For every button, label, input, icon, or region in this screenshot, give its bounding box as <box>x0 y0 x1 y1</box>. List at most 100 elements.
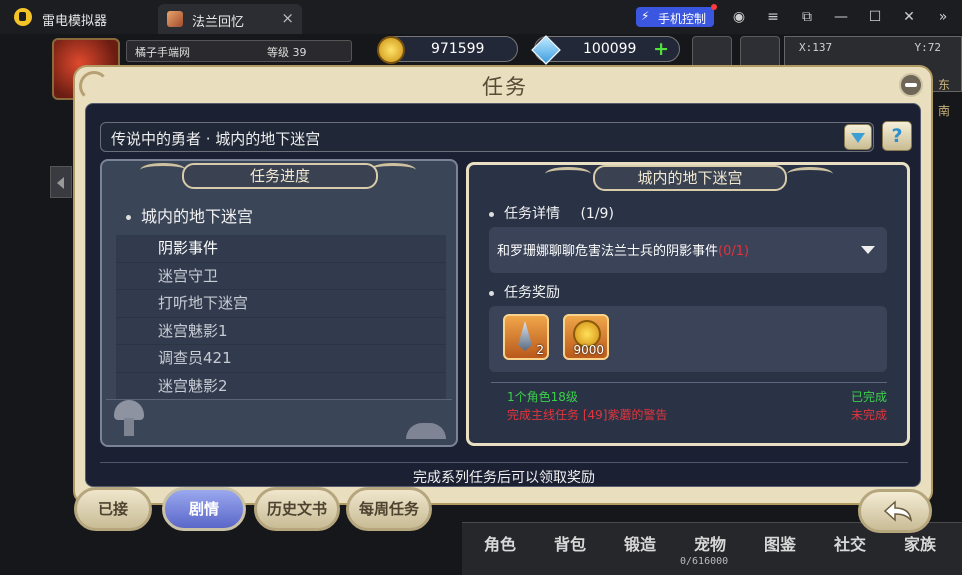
menu-social[interactable]: 社交 <box>820 531 880 555</box>
diamond-display: 100099 + <box>531 35 680 65</box>
close-icon[interactable]: ✕ <box>898 6 920 28</box>
player-name: 橘子手端网 <box>135 46 190 59</box>
popout-icon[interactable]: ⧉ <box>796 6 818 28</box>
reward-list: 2 9000 <box>489 306 887 372</box>
requirement-row: 1个角色18级 已完成 <box>491 388 887 406</box>
detail-count: (1/9) <box>580 206 614 222</box>
quest-item[interactable]: 阴影事件 <box>116 235 446 263</box>
window-titlebar: 雷电模拟器 法兰回忆 × ⚡ 手机控制 ◉ ≡ ⧉ — ☐ ✕ » <box>0 0 962 34</box>
reward-label: 任务奖励 <box>504 285 560 301</box>
menu-pet[interactable]: 宠物 <box>680 531 740 555</box>
quest-detail-panel: 城内的地下迷宫 任务详情 (1/9) 和罗珊娜聊聊危害法兰士兵的阴影事件(0/1… <box>466 162 910 446</box>
tab-history[interactable]: 历史文书 <box>254 487 340 531</box>
maximize-icon[interactable]: ☐ <box>864 6 886 28</box>
reward-qty: 9000 <box>573 343 604 357</box>
tab-close-icon[interactable]: × <box>281 9 294 27</box>
gold-display: 971599 <box>377 36 518 64</box>
minimize-dialog-button[interactable] <box>899 73 923 97</box>
menu-icon[interactable]: ≡ <box>762 6 784 28</box>
lightning-icon: ⚡ <box>641 9 650 23</box>
quest-item[interactable]: 打听地下迷宫 <box>116 290 446 318</box>
mushroom-icon <box>114 400 144 436</box>
menu-forge[interactable]: 锻造 <box>610 531 670 555</box>
chevron-down-icon[interactable] <box>844 124 872 150</box>
quest-step-dropdown[interactable]: 和罗珊娜聊聊危害法兰士兵的阴影事件(0/1) <box>489 227 887 273</box>
phone-control-label: 手机控制 <box>658 12 707 26</box>
notification-dot <box>711 4 717 10</box>
detail-heading: 任务详情 (1/9) <box>489 203 614 223</box>
reward-hint: 完成系列任务后可以领取奖励 <box>413 470 595 486</box>
app-logo-icon <box>14 8 32 26</box>
requirement-list: 1个角色18级 已完成 完成主线任务 [49]紫蘑的警告 未完成 <box>491 382 887 424</box>
quest-group-title: 城内的地下迷宫 <box>126 203 253 227</box>
requirement-row: 完成主线任务 [49]紫蘑的警告 未完成 <box>491 406 887 424</box>
help-button[interactable]: ? <box>882 121 912 151</box>
quest-list: 阴影事件 迷宫守卫 打听地下迷宫 迷宫魅影1 调查员421 迷宫魅影2 <box>116 235 446 400</box>
coord-y: Y:72 <box>914 41 942 54</box>
divider <box>100 462 908 463</box>
menu-family[interactable]: 家族 <box>890 531 950 555</box>
requirement-status: 未完成 <box>850 408 887 422</box>
banner-ornament <box>140 163 186 177</box>
chapter-select[interactable]: 传说中的勇者 · 城内的地下迷宫 <box>100 122 874 152</box>
quest-item[interactable]: 调查员421 <box>116 345 446 373</box>
menu-character[interactable]: 角色 <box>470 531 530 555</box>
quest-item[interactable]: 迷宫守卫 <box>116 262 446 290</box>
requirement-status: 已完成 <box>850 390 887 404</box>
app-name: 雷电模拟器 <box>42 14 108 29</box>
bullet-icon <box>489 211 494 217</box>
player-info: 橘子手端网 等级 39 <box>126 40 352 62</box>
back-arrow-icon <box>883 500 913 522</box>
reward-item[interactable]: 2 <box>503 314 549 360</box>
detail-banner: 城内的地下迷宫 <box>593 165 787 191</box>
tab-story[interactable]: 剧情 <box>162 487 246 531</box>
add-diamond-button[interactable]: + <box>653 38 669 60</box>
exp-readout: 0/616000 <box>680 556 729 567</box>
game-tab-icon <box>167 11 183 27</box>
reward-item[interactable]: 9000 <box>563 314 609 360</box>
map-direction-south: 南 <box>938 104 951 118</box>
detail-label: 任务详情 <box>504 206 560 222</box>
minimize-icon[interactable]: — <box>830 6 852 28</box>
dialog-title: 任务 <box>482 75 528 99</box>
tab-weekly[interactable]: 每周任务 <box>346 487 432 531</box>
phone-control-button[interactable]: ⚡ 手机控制 <box>636 4 717 27</box>
diamond-amount: 100099 <box>583 41 637 57</box>
quest-progress-panel: 任务进度 城内的地下迷宫 阴影事件 迷宫守卫 打听地下迷宫 迷宫魅影1 调查员4… <box>100 159 458 447</box>
quest-dialog: 任务 传说中的勇者 · 城内的地下迷宫 ? 任务进度 城内的地下迷宫 阴影事件 … <box>73 65 933 505</box>
tab-game[interactable]: 法兰回忆 × <box>158 4 302 34</box>
quest-group-label: 城内的地下迷宫 <box>141 207 254 226</box>
expand-left-button[interactable] <box>50 166 72 198</box>
menu-bag[interactable]: 背包 <box>540 531 600 555</box>
castle-icon <box>406 423 446 439</box>
bullet-icon <box>489 290 494 296</box>
gold-coin-icon <box>377 36 405 64</box>
blade-icon <box>518 321 532 351</box>
quest-item[interactable]: 迷宫魅影2 <box>116 372 446 400</box>
banner-ornament <box>787 167 833 181</box>
coord-x: X:137 <box>799 41 833 54</box>
user-icon[interactable]: ◉ <box>728 6 750 28</box>
map-direction-east: 东 <box>938 78 951 92</box>
requirement-text: 1个角色18级 <box>507 390 578 404</box>
dialog-body: 传说中的勇者 · 城内的地下迷宫 ? 任务进度 城内的地下迷宫 阴影事件 迷宫守… <box>85 103 921 487</box>
gold-amount: 971599 <box>431 41 485 57</box>
menu-codex[interactable]: 图鉴 <box>750 531 810 555</box>
quest-step-text: 和罗珊娜聊聊危害法兰士兵的阴影事件 <box>497 244 719 259</box>
map-direction: 东 南 <box>938 72 952 124</box>
diamond-icon <box>531 35 561 65</box>
requirement-text: 完成主线任务 [49]紫蘑的警告 <box>507 408 668 422</box>
reward-qty: 2 <box>536 343 544 357</box>
chapter-label: 传说中的勇者 · 城内的地下迷宫 <box>111 130 321 148</box>
progress-banner: 任务进度 <box>182 163 378 189</box>
quest-step-progress: (0/1) <box>718 244 750 259</box>
reward-heading: 任务奖励 <box>489 282 560 302</box>
collapse-icon[interactable]: » <box>932 6 954 28</box>
banner-ornament <box>545 167 591 181</box>
quest-item[interactable]: 迷宫魅影1 <box>116 317 446 345</box>
chevron-down-icon <box>861 246 875 254</box>
player-level: 等级 39 <box>267 46 307 59</box>
tab-accepted[interactable]: 已接 <box>74 487 152 531</box>
scenery-decoration <box>106 399 452 443</box>
back-button[interactable] <box>858 489 932 533</box>
